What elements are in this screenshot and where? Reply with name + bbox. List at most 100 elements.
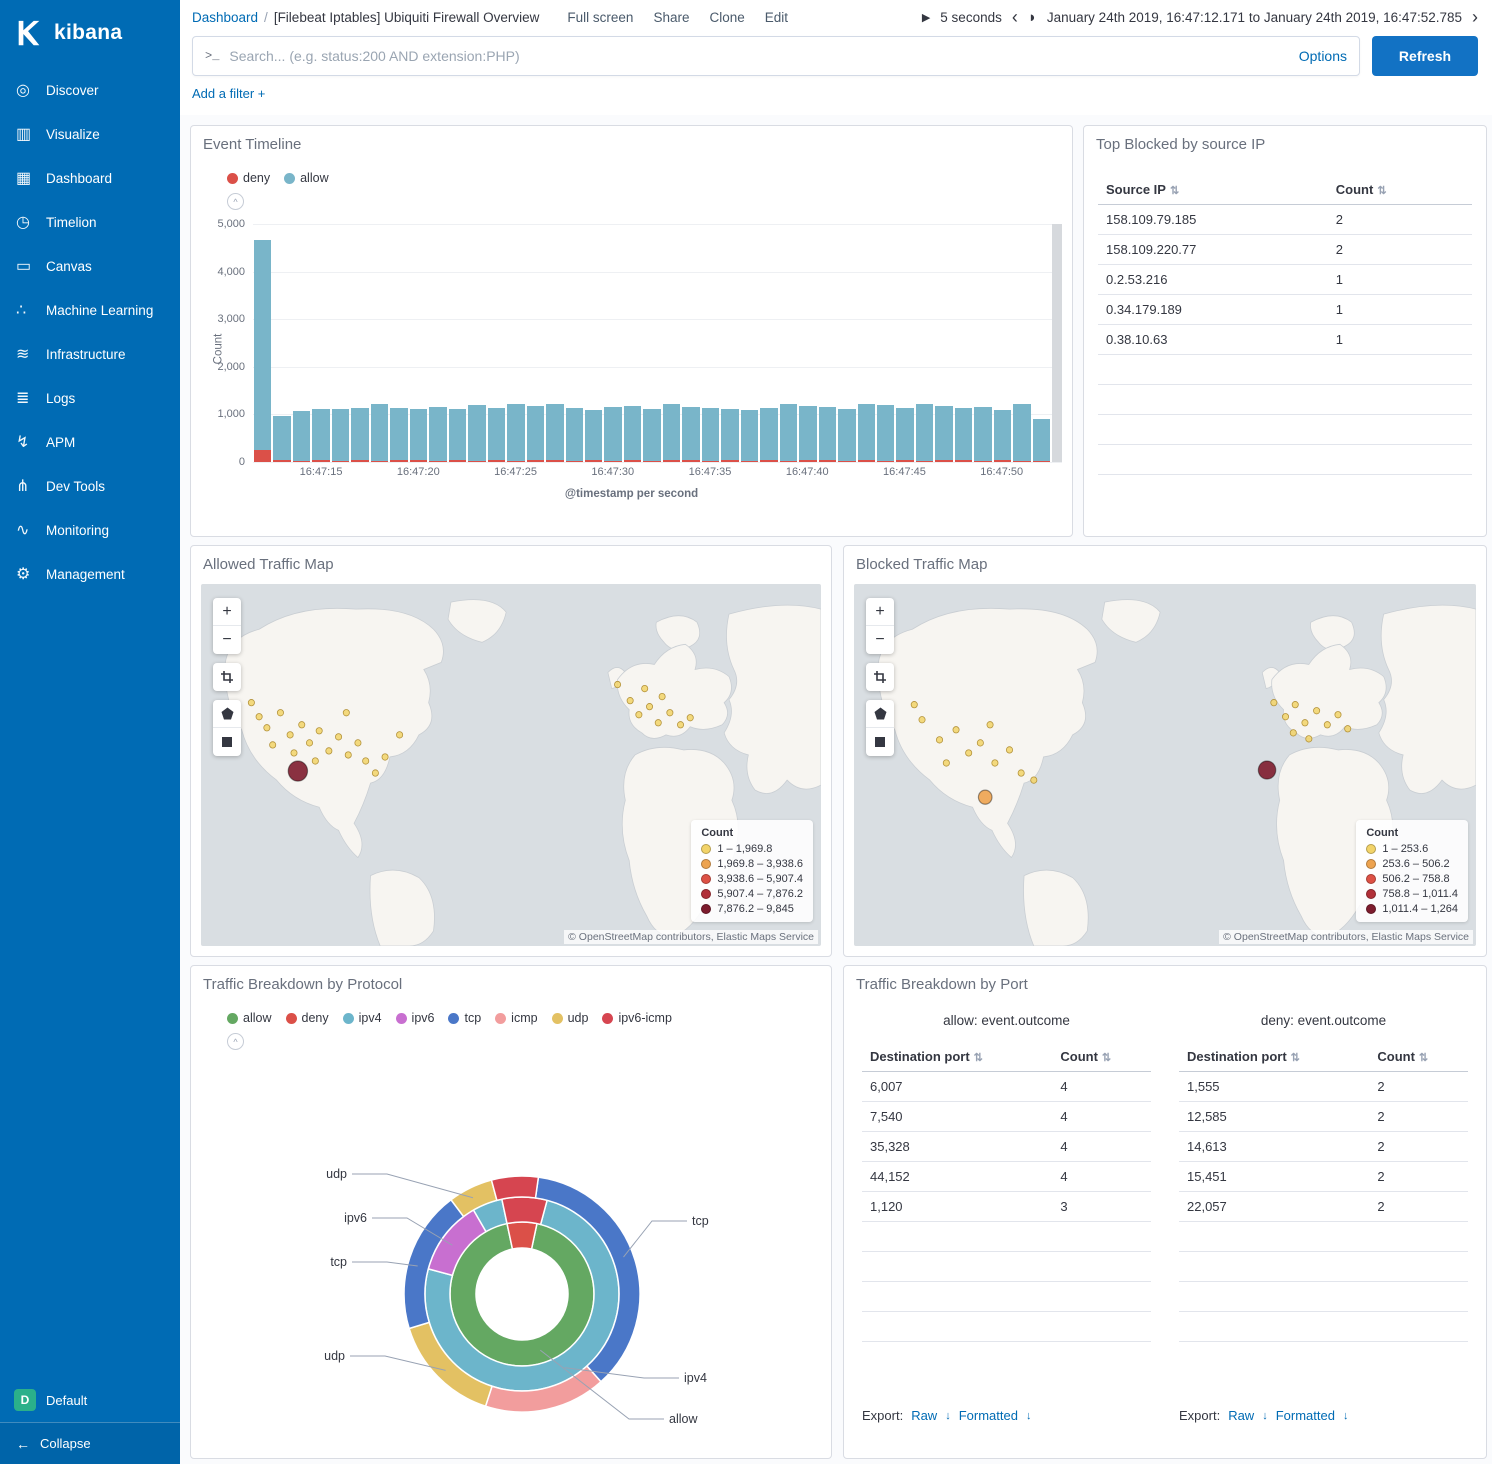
column-header-source-ip[interactable]: Source IP⇅	[1098, 175, 1328, 205]
export-raw-link[interactable]: Raw	[1228, 1408, 1254, 1423]
timeline-bar[interactable]	[566, 408, 583, 462]
sidebar-item-visualize[interactable]: ▥Visualize	[0, 112, 180, 156]
draw-polygon-button[interactable]	[213, 700, 241, 728]
draw-rectangle-button[interactable]	[866, 728, 894, 756]
map-marker-small[interactable]	[335, 734, 341, 740]
map-marker-small[interactable]	[659, 693, 665, 699]
map-marker-small[interactable]	[1306, 736, 1312, 742]
timeline-bar[interactable]	[449, 409, 466, 462]
fit-to-data-button[interactable]	[866, 663, 894, 691]
timeline-bar[interactable]	[371, 404, 388, 462]
time-back-icon[interactable]: ‹	[1012, 8, 1018, 26]
sidebar-item-discover[interactable]: ◎Discover	[0, 68, 180, 112]
timeline-bar[interactable]	[994, 410, 1011, 462]
column-header-destination-port[interactable]: Destination port⇅	[862, 1042, 1052, 1072]
timeline-bar[interactable]	[838, 409, 855, 462]
map-marker-small[interactable]	[655, 720, 661, 726]
search-input[interactable]	[229, 48, 1298, 64]
timeline-bar[interactable]	[585, 410, 602, 462]
timeline-bar[interactable]	[702, 408, 719, 462]
space-switcher[interactable]: D Default	[0, 1378, 180, 1422]
play-refresh-icon[interactable]: ▶	[922, 11, 930, 24]
menu-edit[interactable]: Edit	[765, 10, 788, 25]
map-marker-small[interactable]	[299, 722, 305, 728]
timeline-bar[interactable]	[468, 405, 485, 462]
timeline-bar[interactable]	[351, 408, 368, 462]
timeline-bar[interactable]	[507, 404, 524, 462]
timeline-bar[interactable]	[332, 409, 349, 462]
timeline-bar[interactable]	[682, 407, 699, 462]
sidebar-item-infrastructure[interactable]: ≋Infrastructure	[0, 332, 180, 376]
map-marker-small[interactable]	[382, 754, 388, 760]
sort-icon[interactable]: ⇅	[1419, 1052, 1428, 1064]
map-marker-small[interactable]	[316, 728, 322, 734]
breadcrumb-dashboard-link[interactable]: Dashboard	[192, 10, 258, 25]
sidebar-item-canvas[interactable]: ▭Canvas	[0, 244, 180, 288]
map-marker-small[interactable]	[936, 737, 942, 743]
map-marker-small[interactable]	[919, 717, 925, 723]
sidebar-item-apm[interactable]: ↯APM	[0, 420, 180, 464]
sort-icon[interactable]: ⇅	[1291, 1052, 1300, 1064]
legend-item-deny[interactable]: deny	[286, 1011, 329, 1025]
map-marker-small[interactable]	[1006, 747, 1012, 753]
column-header-count[interactable]: Count⇅	[1052, 1042, 1151, 1072]
timeline-bar[interactable]	[974, 407, 991, 462]
map-marker-small[interactable]	[646, 703, 652, 709]
map-marker-large[interactable]	[288, 761, 307, 781]
map-marker-small[interactable]	[277, 709, 283, 715]
timeline-bar[interactable]	[293, 411, 310, 462]
sunburst-segment-ipv6-icmp-ring3[interactable]	[491, 1176, 538, 1200]
sidebar-item-machine-learning[interactable]: ∴Machine Learning	[0, 288, 180, 332]
legend-item-ipv6-icmp[interactable]: ipv6-icmp	[602, 1011, 672, 1025]
timeline-bar[interactable]	[604, 407, 621, 462]
timeline-bar[interactable]	[429, 407, 446, 462]
legend-item-ipv4[interactable]: ipv4	[343, 1011, 382, 1025]
map-marker-small[interactable]	[256, 714, 262, 720]
map-marker-small[interactable]	[966, 750, 972, 756]
column-header-count[interactable]: Count⇅	[1328, 175, 1472, 205]
map-marker-small[interactable]	[642, 685, 648, 691]
sort-icon[interactable]: ⇅	[1170, 185, 1179, 197]
zoom-in-button[interactable]: +	[866, 598, 894, 626]
map-marker-small[interactable]	[363, 758, 369, 764]
timeline-bar[interactable]	[741, 410, 758, 462]
map-marker-small[interactable]	[987, 722, 993, 728]
query-options-link[interactable]: Options	[1299, 48, 1347, 64]
timeline-bar[interactable]	[819, 407, 836, 462]
map-marker-small[interactable]	[1282, 714, 1288, 720]
sidebar-item-management[interactable]: ⚙Management	[0, 552, 180, 596]
map-marker-small[interactable]	[1271, 699, 1277, 705]
map-marker-small[interactable]	[287, 732, 293, 738]
timeline-bar[interactable]	[312, 409, 329, 462]
timeline-bar[interactable]	[780, 404, 797, 462]
map-marker-small[interactable]	[306, 740, 312, 746]
map-marker-small[interactable]	[1335, 712, 1341, 718]
timeline-bar[interactable]	[858, 404, 875, 462]
map-marker-small[interactable]	[264, 725, 270, 731]
timeline-bar[interactable]	[410, 409, 427, 462]
legend-toggle-icon[interactable]: ^	[227, 193, 244, 210]
map-marker-small[interactable]	[687, 715, 693, 721]
sort-icon[interactable]: ⇅	[1102, 1052, 1111, 1064]
blocked-map[interactable]: +−Count1 – 253.6253.6 – 506.2506.2 – 758…	[854, 584, 1476, 946]
timeline-bar[interactable]	[546, 404, 563, 462]
export-raw-link[interactable]: Raw	[911, 1408, 937, 1423]
map-marker-small[interactable]	[1314, 707, 1320, 713]
map-marker-small[interactable]	[270, 742, 276, 748]
add-filter-link[interactable]: Add a filter +	[192, 86, 265, 101]
map-marker-small[interactable]	[614, 681, 620, 687]
legend-item-allow[interactable]: allow	[284, 171, 329, 185]
map-marker-small[interactable]	[1031, 777, 1037, 783]
legend-item-icmp[interactable]: icmp	[495, 1011, 537, 1025]
timeline-bar[interactable]	[527, 406, 544, 462]
sidebar-item-timelion[interactable]: ◷Timelion	[0, 200, 180, 244]
zoom-out-button[interactable]: −	[866, 626, 894, 654]
map-marker-small[interactable]	[345, 752, 351, 758]
allowed-map[interactable]: +−Count1 – 1,969.81,969.8 – 3,938.63,938…	[201, 584, 821, 946]
sunburst-segment-deny-ring1[interactable]	[507, 1222, 537, 1249]
map-marker-small[interactable]	[1324, 722, 1330, 728]
sidebar-item-monitoring[interactable]: ∿Monitoring	[0, 508, 180, 552]
timeline-bar[interactable]	[799, 406, 816, 462]
map-marker-small[interactable]	[1018, 770, 1024, 776]
sort-icon[interactable]: ⇅	[1377, 185, 1386, 197]
